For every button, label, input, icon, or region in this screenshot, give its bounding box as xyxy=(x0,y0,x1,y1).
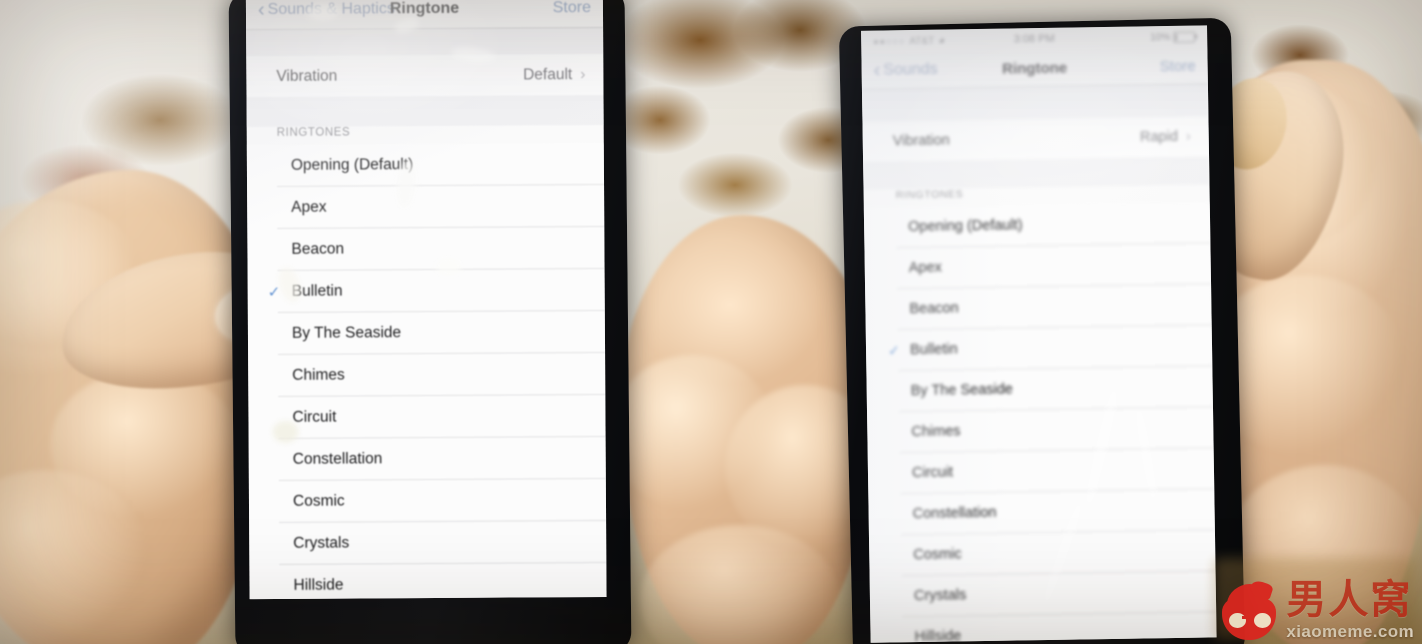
left-section-header: RINGTONES xyxy=(276,126,351,139)
left-ringtone-label: Crystals xyxy=(293,534,350,552)
left-ringtone-list: Opening (Default) Apex Beacon ✓ Bulletin By T… xyxy=(246,142,607,600)
right-vibration-value: Rapid xyxy=(1139,128,1179,146)
right-ringtone-label: Constellation xyxy=(912,504,997,523)
left-nav-bar: ‹ Sounds & Haptics Ringtone Store xyxy=(245,0,604,30)
left-top-gap xyxy=(246,27,604,57)
chevron-left-icon: ‹ xyxy=(873,59,881,82)
left-ringtone-label: Beacon xyxy=(291,240,345,258)
right-ringtone-row[interactable]: Cosmic xyxy=(869,530,1216,575)
left-ringtone-row[interactable]: Circuit xyxy=(248,395,605,438)
left-ringtone-label: Cosmic xyxy=(292,492,345,510)
left-ringtone-label: By The Seaside xyxy=(291,323,402,342)
left-store-button[interactable]: Store xyxy=(553,0,591,17)
left-ringtone-label: Opening (Default) xyxy=(290,155,414,174)
right-ringtone-row[interactable]: By The Seaside xyxy=(866,366,1213,411)
right-ringtone-label: Crystals xyxy=(913,587,967,605)
right-ringtone-row[interactable]: Opening (Default) xyxy=(864,202,1211,247)
right-back-label: Sounds xyxy=(883,60,938,79)
right-ringtone-row[interactable]: Beacon xyxy=(865,284,1212,329)
right-vibration-row[interactable]: Vibration Rapid › xyxy=(862,116,1209,161)
right-ringtone-row[interactable]: Crystals xyxy=(870,571,1217,616)
left-ringtone-row[interactable]: Opening (Default) xyxy=(247,143,604,186)
right-ringtone-label: Circuit xyxy=(911,464,954,482)
left-ringtone-row[interactable]: Chimes xyxy=(248,353,605,396)
left-vibration-value: Default xyxy=(523,65,573,83)
screenshot-scene: ‹ Sounds & Haptics Ringtone Store Vibrat… xyxy=(0,0,1422,644)
right-ringtone-label: Beacon xyxy=(909,300,959,318)
right-ringtone-label: Cosmic xyxy=(913,546,962,564)
chevron-left-icon: ‹ xyxy=(257,0,265,22)
left-phone: ‹ Sounds & Haptics Ringtone Store Vibrat… xyxy=(228,0,632,644)
checkmark-icon: ✓ xyxy=(887,341,900,358)
right-ringtone-label: Bulletin xyxy=(909,341,958,359)
right-phone: ●●○○○ AT&T ◕ 3:08 PM 10% ‹ Sounds Ringto… xyxy=(838,17,1246,644)
left-ringtone-row[interactable]: Beacon xyxy=(247,227,604,270)
left-phone-screen[interactable]: ‹ Sounds & Haptics Ringtone Store Vibrat… xyxy=(245,0,607,600)
left-ringtone-label: Apex xyxy=(291,198,327,216)
right-ringtone-label: Opening (Default) xyxy=(907,217,1023,236)
right-ringtone-row[interactable]: Hillside xyxy=(870,612,1216,642)
right-ringtone-label: By The Seaside xyxy=(910,381,1013,400)
right-store-button[interactable]: Store xyxy=(1160,57,1196,75)
right-ringtone-label: Hillside xyxy=(914,628,962,643)
middle-hand xyxy=(610,215,885,644)
left-ringtone-row[interactable]: Cosmic xyxy=(249,479,606,522)
right-vibration-label: Vibration xyxy=(892,132,950,150)
left-ringtone-row[interactable]: Hillside xyxy=(249,563,606,599)
left-ringtone-label: Constellation xyxy=(292,449,383,468)
right-ringtone-label: Chimes xyxy=(911,423,961,441)
chevron-right-icon: › xyxy=(1185,128,1191,145)
left-mid-gap xyxy=(246,94,604,128)
right-ringtone-list: Opening (Default) Apex Beacon ✓ Bulletin By T… xyxy=(863,202,1217,643)
left-vibration-group: Vibration Default › xyxy=(246,53,604,98)
right-ringtone-label: Apex xyxy=(908,259,942,277)
left-ringtone-row[interactable]: Apex xyxy=(247,185,604,228)
left-ringtone-label: Bulletin xyxy=(291,282,343,300)
right-ringtone-row[interactable]: Chimes xyxy=(867,407,1214,452)
checkmark-icon: ✓ xyxy=(267,283,281,301)
battery-percent-label: 10% xyxy=(1150,31,1171,43)
left-ringtone-row[interactable]: Crystals xyxy=(249,521,606,564)
left-vibration-label: Vibration xyxy=(276,67,338,85)
right-ringtone-row[interactable]: Apex xyxy=(864,243,1211,288)
right-vibration-group: Vibration Rapid › xyxy=(862,116,1210,162)
left-ringtone-row[interactable]: By The Seaside xyxy=(248,311,605,354)
battery-icon xyxy=(1173,31,1196,43)
left-back-button[interactable]: ‹ Sounds & Haptics xyxy=(257,0,395,22)
right-ringtone-row[interactable]: Circuit xyxy=(868,448,1215,493)
chevron-right-icon: › xyxy=(580,65,586,83)
right-nav-bar: ‹ Sounds Ringtone Store xyxy=(861,47,1208,89)
left-ringtone-label: Circuit xyxy=(292,408,337,426)
left-hand xyxy=(0,170,270,644)
left-vibration-row[interactable]: Vibration Default › xyxy=(246,54,603,97)
watermark: 男人窝 xiaomeme.com xyxy=(1214,558,1414,640)
left-ringtone-row[interactable]: Constellation xyxy=(249,437,606,480)
right-ringtone-row[interactable]: ✓ Bulletin xyxy=(866,325,1213,370)
right-back-button[interactable]: ‹ Sounds xyxy=(873,59,938,82)
left-ringtone-row[interactable]: ✓ Bulletin xyxy=(248,269,605,312)
left-ringtone-label: Chimes xyxy=(292,366,345,384)
right-phone-screen[interactable]: ●●○○○ AT&T ◕ 3:08 PM 10% ‹ Sounds Ringto… xyxy=(861,25,1217,643)
face-with-glasses-logo-icon xyxy=(1220,578,1278,640)
left-back-label: Sounds & Haptics xyxy=(267,0,395,19)
right-ringtone-row[interactable]: Constellation xyxy=(868,489,1215,534)
left-ringtone-label: Hillside xyxy=(293,576,344,594)
